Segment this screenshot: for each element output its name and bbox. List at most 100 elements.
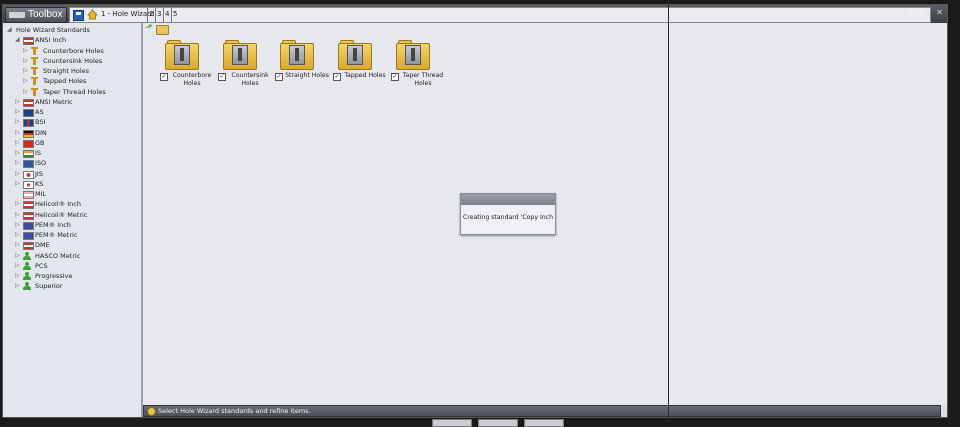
tree-expander-icon[interactable]: ▷ xyxy=(15,230,21,240)
tree-expander-icon[interactable]: ▷ xyxy=(23,76,29,86)
tree-item-label: Tapped Holes xyxy=(43,77,87,86)
status-bar: Select Hole Wizard standards and refine … xyxy=(143,405,941,417)
app-title: Toolbox xyxy=(28,9,63,20)
tree-item-label: GB xyxy=(35,138,45,147)
include-checkbox[interactable]: ✓ xyxy=(333,73,341,81)
folder-icon[interactable] xyxy=(156,25,169,35)
tree-expander-icon[interactable]: ◢ xyxy=(7,25,13,35)
tree-expander-icon[interactable]: ▷ xyxy=(15,138,21,148)
up-arrow-icon[interactable]: ⬏ xyxy=(145,24,153,33)
hole-document-icon xyxy=(289,45,305,65)
tree-expander-icon[interactable]: ▷ xyxy=(23,46,29,56)
breadcrumb-step-2[interactable]: 2 xyxy=(149,10,153,18)
flag-icon xyxy=(23,129,34,138)
tree-expander-icon[interactable]: ▷ xyxy=(15,220,21,230)
save-icon[interactable] xyxy=(73,10,84,21)
hole-folder-tile[interactable]: ✓ Straight Holes xyxy=(275,40,331,92)
tree-expander-icon[interactable]: ▷ xyxy=(23,66,29,76)
hole-folder-tile[interactable]: ✓ Counterbore Holes xyxy=(160,40,216,92)
flag-icon xyxy=(23,221,34,230)
tree-item-label: IS xyxy=(35,149,42,157)
hole-folder-tile[interactable]: ✓ Countersink Holes xyxy=(218,40,274,92)
flag-icon xyxy=(23,119,34,128)
folder-icon[interactable] xyxy=(165,40,199,70)
include-checkbox[interactable]: ✓ xyxy=(160,73,168,81)
flag-icon xyxy=(23,150,34,158)
tree-item-label: Counterbore Holes xyxy=(43,46,104,55)
flag-icon xyxy=(23,109,34,117)
content-panel: ⬏ ✓ Counterbore Holes ✓ Countersink Holes ✓ S… xyxy=(143,23,947,405)
tree-expander-icon[interactable]: ▷ xyxy=(23,87,29,97)
hole-folder-tile[interactable]: ✓ Taper Thread Holes xyxy=(391,40,447,92)
hole-document-icon xyxy=(232,45,248,65)
tree-item-label: PEM® Inch xyxy=(35,220,71,229)
flag-icon xyxy=(23,232,34,240)
folder-icon[interactable] xyxy=(223,40,257,70)
toolbox-window: Toolbox 1 - Hole Wizard 2 3 4 5 ? – ▫ ✕ … xyxy=(2,4,948,418)
tree-expander-icon[interactable]: ▷ xyxy=(15,210,21,220)
tree-expander-icon[interactable]: ▷ xyxy=(15,97,21,107)
folder-icon[interactable] xyxy=(280,40,314,70)
tree-expander-icon[interactable]: ▷ xyxy=(15,281,21,291)
breadcrumb-step-5[interactable]: 5 xyxy=(173,10,177,18)
tree-expander-icon[interactable]: ▷ xyxy=(15,199,21,209)
tree-item-label: PEM® Metric xyxy=(35,231,78,239)
tree-item-label: Hole Wizard Standards xyxy=(16,26,90,34)
tree-expander-icon[interactable]: ▷ xyxy=(15,169,21,179)
tree-expander-icon[interactable]: ▷ xyxy=(15,148,21,158)
tree-item-label: JIS xyxy=(35,169,43,178)
hole-type-icon xyxy=(31,77,38,86)
tree-expander-icon[interactable]: ▷ xyxy=(23,56,29,66)
tree-item-label: ANSI Metric xyxy=(35,97,73,106)
include-checkbox[interactable]: ✓ xyxy=(218,73,226,81)
toolbox-logo-button[interactable]: Toolbox xyxy=(5,7,67,23)
tree-expander-icon[interactable]: ◢ xyxy=(15,35,21,45)
tree-item-label: Progressive xyxy=(35,272,73,280)
content-toolbar: ⬏ xyxy=(145,24,169,35)
tree-expander-icon[interactable]: ▷ xyxy=(15,271,21,281)
hole-folder-tile[interactable]: ✓ Tapped Holes xyxy=(333,40,389,92)
background-button xyxy=(432,419,472,427)
folder-icon[interactable] xyxy=(396,40,430,70)
hole-document-icon xyxy=(347,45,363,65)
include-checkbox[interactable]: ✓ xyxy=(391,73,399,81)
minimize-button[interactable]: – xyxy=(914,8,918,17)
flag-icon xyxy=(23,98,34,107)
breadcrumb-separator xyxy=(147,8,148,22)
tree-expander-icon[interactable]: ▷ xyxy=(15,251,21,261)
tree-item-label: Straight Holes xyxy=(43,67,90,75)
flag-icon xyxy=(23,160,34,169)
hole-type-icon xyxy=(31,67,38,76)
tree-expander-icon[interactable]: ▷ xyxy=(15,240,21,250)
tree-expander-icon[interactable]: ▷ xyxy=(15,158,21,168)
close-button[interactable]: ✕ xyxy=(936,8,943,17)
home-icon[interactable] xyxy=(87,9,98,20)
tree-item-label: BSI xyxy=(35,118,46,127)
flag-icon xyxy=(23,211,34,220)
tree-expander-icon[interactable]: ▷ xyxy=(15,179,21,189)
include-checkbox[interactable]: ✓ xyxy=(275,73,283,81)
help-button[interactable]: ? xyxy=(903,8,907,17)
dialog-title-bar xyxy=(461,194,555,205)
folder-icon[interactable] xyxy=(338,40,372,70)
tile-label: Tapped Holes xyxy=(344,72,386,79)
tree-item-label: Superior xyxy=(35,282,63,291)
flag-icon xyxy=(23,37,34,46)
tree-expander-icon[interactable]: ▷ xyxy=(15,107,21,117)
title-bar: Toolbox 1 - Hole Wizard 2 3 4 5 ? – ▫ ✕ xyxy=(3,5,947,23)
tree-expander-icon[interactable]: ▷ xyxy=(15,128,21,138)
tree-item-label: ISO xyxy=(35,159,47,168)
restore-button[interactable]: ▫ xyxy=(924,8,929,17)
tile-label: Counterbore Holes xyxy=(172,72,212,87)
tree-expander-icon[interactable]: ▷ xyxy=(15,261,21,271)
tree-item-label: KS xyxy=(35,179,44,188)
breadcrumb-step-4[interactable]: 4 xyxy=(165,10,169,18)
tree-expander-icon[interactable]: ▷ xyxy=(15,117,21,127)
tree-item-label: PCS xyxy=(35,261,48,270)
hole-type-icon xyxy=(31,46,38,56)
breadcrumb-step-3[interactable]: 3 xyxy=(157,10,161,18)
tree-item-label: AS xyxy=(35,108,44,116)
tree-item-label: MIL xyxy=(35,190,47,198)
background-divider xyxy=(668,0,669,423)
background-button xyxy=(478,419,518,427)
